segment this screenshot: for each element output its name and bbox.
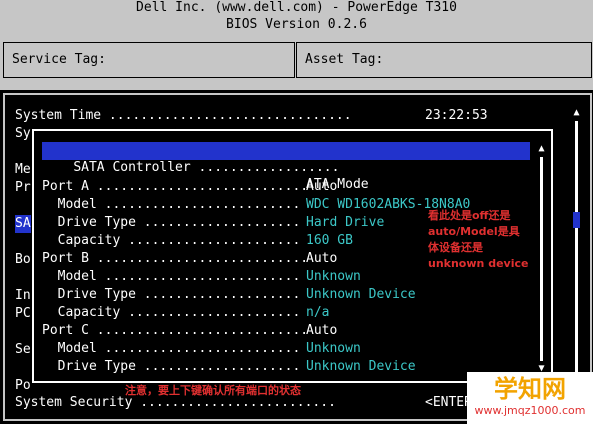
partial-label-po: Po [15, 378, 31, 393]
sata-controller-row[interactable]: SATA Controller .................. ATA M… [42, 142, 530, 192]
bios-header: Dell Inc. (www.dell.com) - PowerEdge T31… [0, 0, 593, 38]
partial-label-sa: SA [15, 215, 31, 233]
port-setting-value: n/a [306, 305, 330, 320]
annotation-check-all-ports-note: 注意，要上下键确认所有端口的状态 [125, 384, 301, 397]
port-setting-value: Hard Drive [306, 215, 385, 230]
port-setting-label: Model ......................... [42, 197, 301, 212]
asset-tag-box: Asset Tag: [296, 42, 592, 78]
popup-scrollbar[interactable]: ▲ ▼ [536, 143, 547, 375]
port-setting-label: Port B ........................... [42, 251, 309, 266]
port-setting-label: Capacity ...................... [42, 233, 301, 248]
port-setting-row[interactable]: Capacity ...................... n/a [42, 304, 530, 322]
watermark-url: www.jmqz1000.com [474, 404, 586, 417]
port-setting-value: Unknown Device [306, 287, 416, 302]
partial-label-in: In [15, 288, 31, 303]
tag-bar: Service Tag: Asset Tag: [0, 38, 593, 90]
main-scrollbar[interactable]: ▲ ▼ [571, 107, 582, 407]
partial-label-se: Se [15, 342, 31, 357]
service-tag-label: Service Tag: [12, 52, 106, 67]
port-setting-label: Drive Type .................... [42, 287, 301, 302]
port-setting-row[interactable]: Port A ........................... Auto [42, 178, 530, 196]
port-setting-value: Auto [306, 251, 338, 266]
sata-controller-label: SATA Controller .................. [73, 160, 340, 175]
partial-label-bo: Bo [15, 252, 31, 267]
port-setting-row[interactable]: Drive Type .................... Unknown D… [42, 358, 530, 376]
service-tag-box: Service Tag: [3, 42, 295, 78]
port-setting-label: Drive Type .................... [42, 359, 301, 374]
partial-label-sy: Sy [15, 126, 31, 141]
bios-vendor-line: Dell Inc. (www.dell.com) - PowerEdge T31… [136, 0, 457, 15]
system-time-value[interactable]: 23:22:53 [425, 107, 488, 125]
port-setting-value: Unknown [306, 341, 361, 356]
port-setting-label: Drive Type .................... [42, 215, 301, 230]
system-security-value[interactable]: <ENTER [425, 394, 472, 412]
popup-scroll-up-arrow-icon[interactable]: ▲ [536, 143, 547, 154]
port-setting-value: Auto [306, 179, 338, 194]
port-setting-row[interactable]: Model ......................... Unknown [42, 340, 530, 358]
bios-version-line: BIOS Version 0.2.6 [226, 17, 367, 32]
port-setting-value: Auto [306, 323, 338, 338]
port-setting-row[interactable]: Port C ........................... Auto [42, 322, 530, 340]
asset-tag-label: Asset Tag: [305, 52, 384, 67]
port-setting-label: Port C ........................... [42, 323, 309, 338]
port-setting-label: Model ......................... [42, 269, 301, 284]
port-setting-value: Unknown [306, 269, 361, 284]
system-time-label[interactable]: System Time ............................… [15, 107, 352, 125]
scroll-up-arrow-icon[interactable]: ▲ [571, 107, 582, 118]
scroll-thumb[interactable] [573, 212, 580, 228]
partial-label-pr: Pr [15, 180, 31, 195]
popup-scroll-track[interactable] [540, 157, 543, 361]
partial-label-me: Me [15, 162, 31, 177]
port-setting-label: Capacity ...................... [42, 305, 301, 320]
watermark-title: 学知网 [494, 375, 566, 403]
scroll-track[interactable] [575, 121, 578, 395]
port-setting-value: Unknown Device [306, 359, 416, 374]
port-setting-value: 160 GB [306, 233, 353, 248]
port-setting-row[interactable]: Drive Type .................... Unknown D… [42, 286, 530, 304]
port-setting-label: Port A ........................... [42, 179, 309, 194]
annotation-port-status-note: 看此处是off还是 auto/Model是具 体设备还是 unknown dev… [428, 209, 529, 270]
port-setting-label: Model ......................... [42, 341, 301, 356]
partial-label-pc: PC [15, 306, 31, 321]
watermark: 学知网 www.jmqz1000.com [467, 372, 593, 424]
